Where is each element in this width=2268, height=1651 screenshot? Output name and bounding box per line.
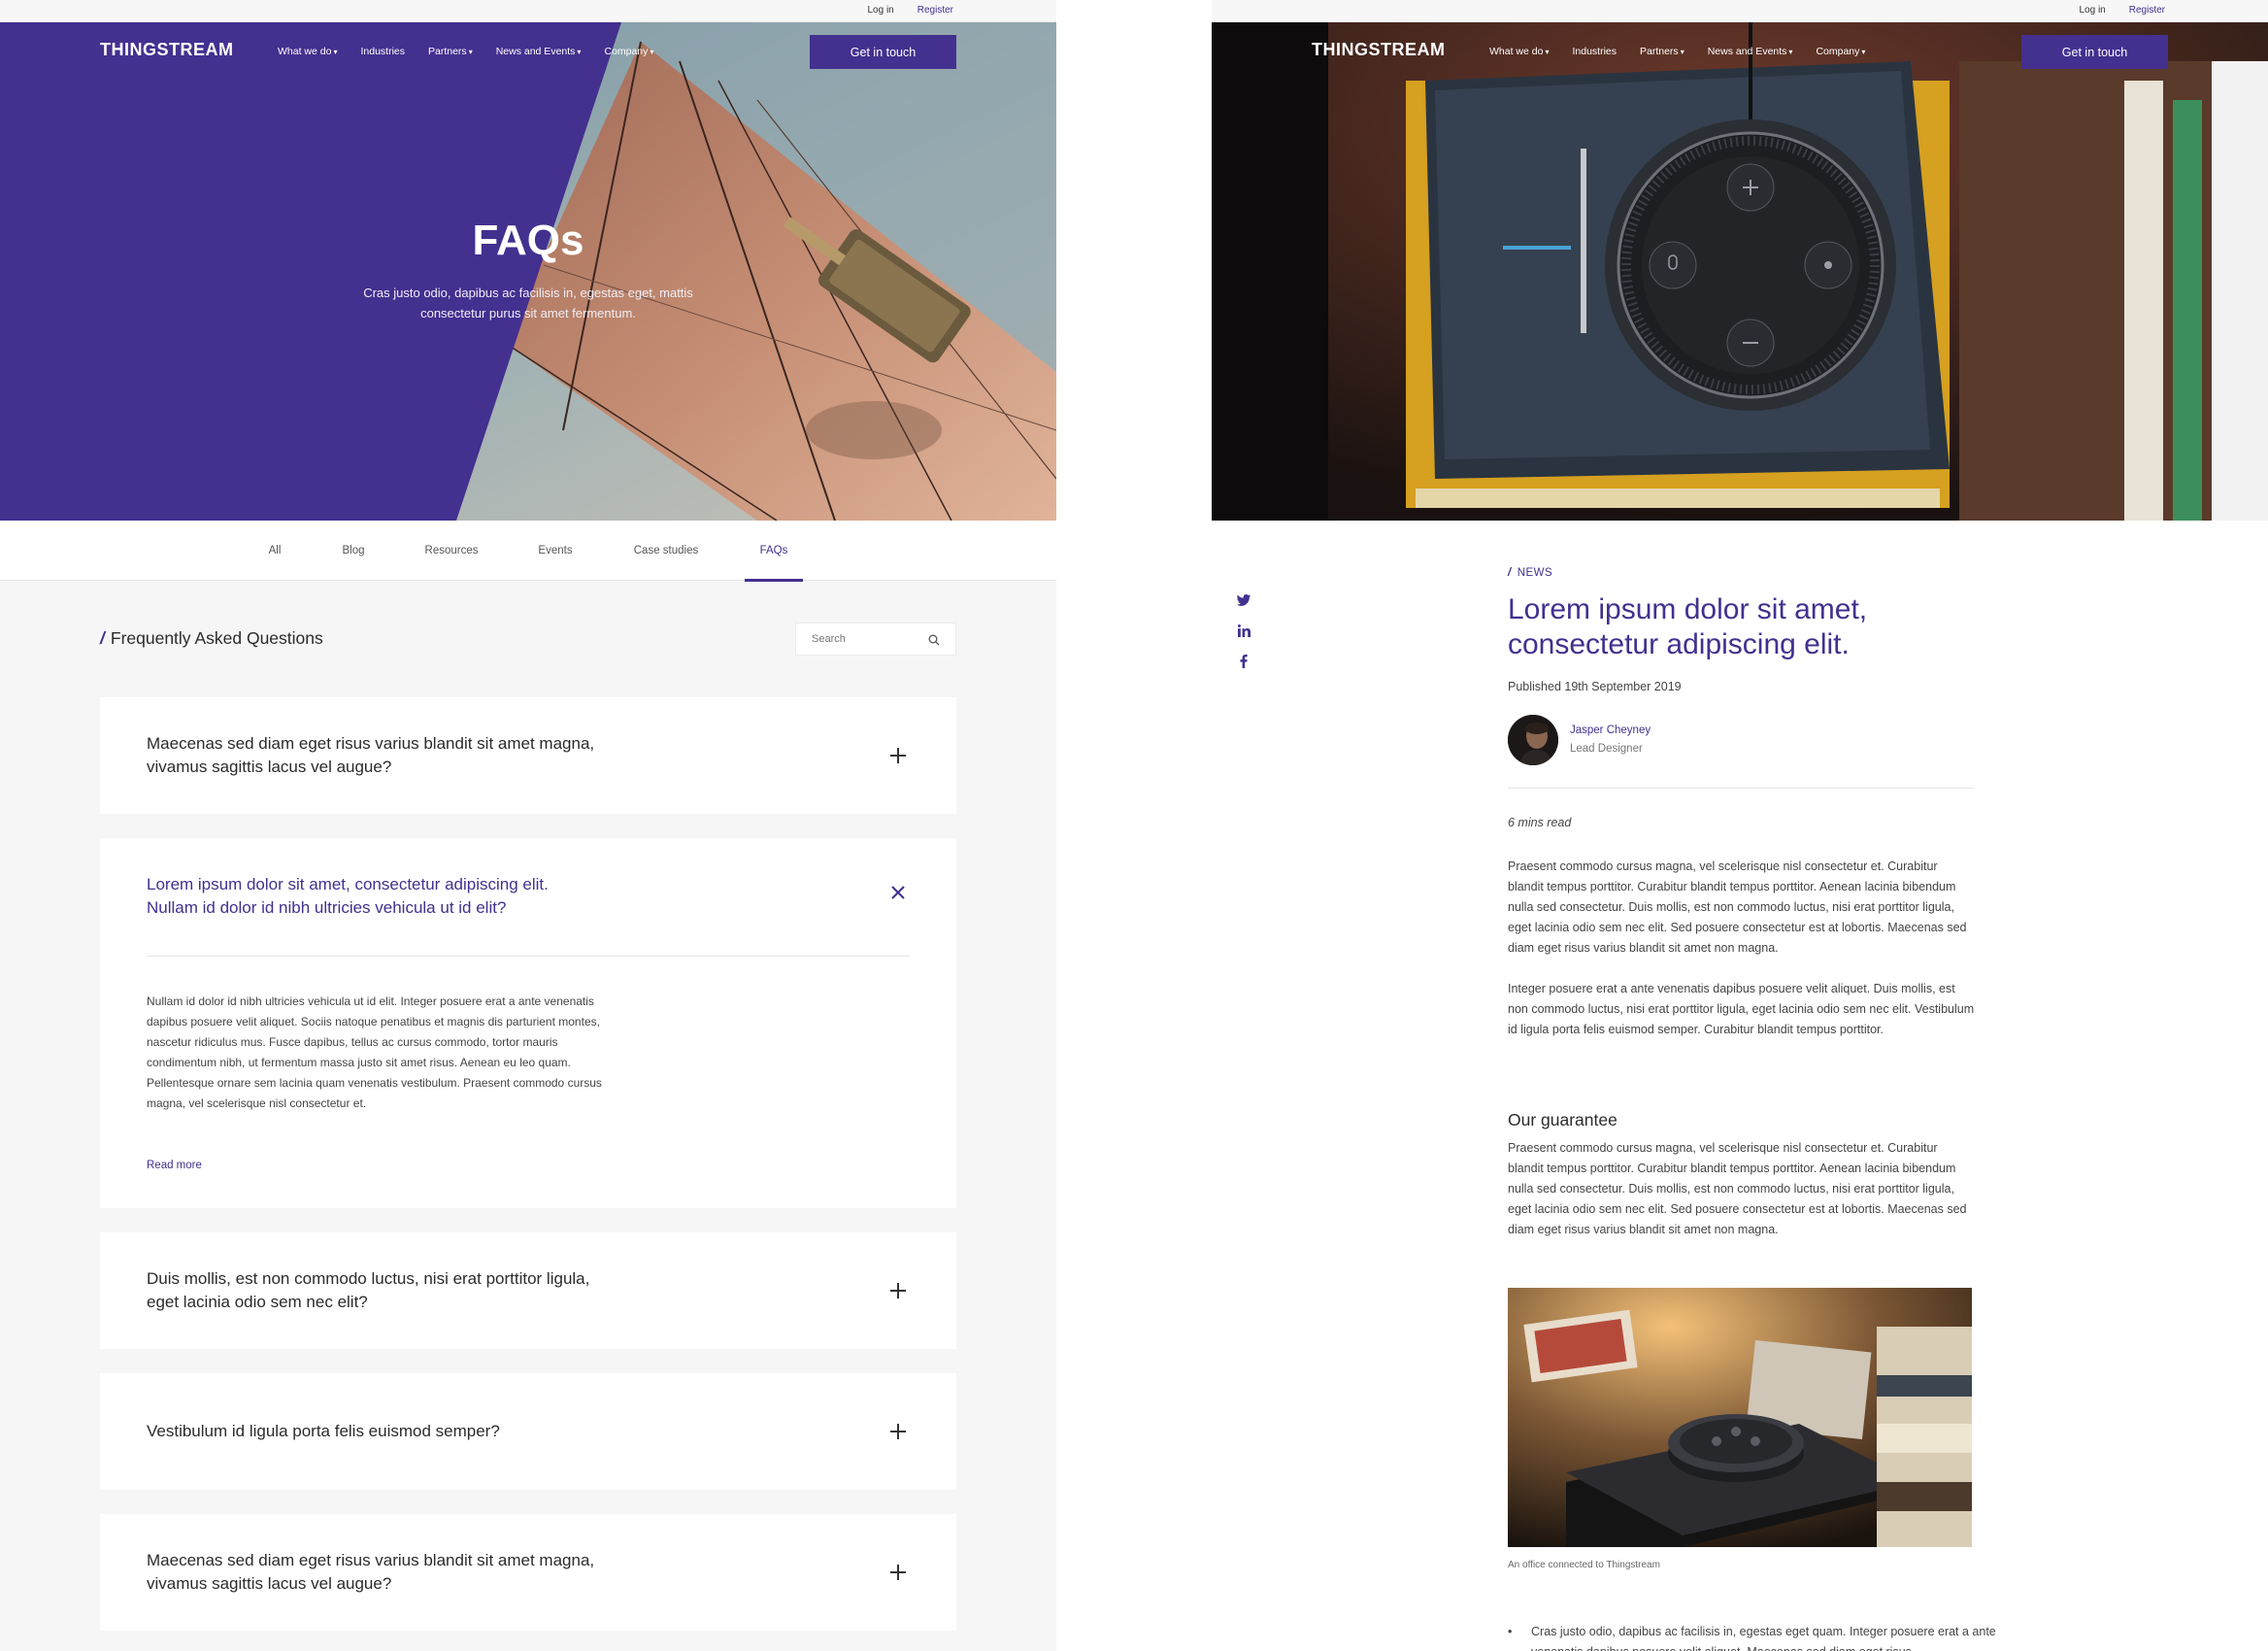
nav-item-news-and-events[interactable]: News and Events ▾ [1708,46,1793,57]
linkedin-icon[interactable] [1236,623,1251,638]
logo[interactable]: THINGSTREAM [100,40,234,60]
nav-menu: What we do ▾ Industries Partners ▾ News an… [278,46,653,57]
chevron-down-icon: ▾ [1861,48,1866,56]
plus-icon[interactable] [886,744,910,767]
chevron-down-icon: ▾ [1788,48,1793,56]
divider [147,956,910,957]
section-heading: Our guarantee [1508,1110,1618,1129]
nav-item-partners[interactable]: Partners ▾ [1640,46,1684,57]
chevron-down-icon: ▾ [1545,48,1550,56]
faq-page: Log in Register THINGSTREAM What we do ▾… [0,0,1056,1651]
tab-faqs[interactable]: FAQs [745,521,803,582]
get-in-touch-button[interactable]: Get in touch [810,35,956,69]
faq-question[interactable]: Lorem ipsum dolor sit amet, consectetur … [147,873,603,920]
article-paragraph: Integer posuere erat a ante venenatis da… [1508,982,1975,1036]
chevron-down-icon: ▾ [333,48,338,56]
utility-bar: Log in Register [0,0,1056,22]
faq-item[interactable]: Maecenas sed diam eget risus varius blan… [100,697,956,814]
register-link[interactable]: Register [917,5,953,16]
nav-item-company[interactable]: Company ▾ [604,46,653,57]
login-link[interactable]: Log in [868,5,894,16]
search-box [795,623,956,656]
content-tabs: All Blog Resources Events Case studies F… [0,521,1056,582]
divider [1508,788,1974,789]
publish-date: Published 19th September 2019 [1508,680,1682,693]
utility-bar: Log in Register [1212,0,2268,22]
nav-item-what-we-do[interactable]: What we do ▾ [1489,46,1549,57]
article-title: Lorem ipsum dolor sit amet, consectetur … [1508,593,1868,660]
faq-question[interactable]: Vestibulum id ligula porta felis euismod… [147,1420,603,1443]
tab-case-studies[interactable]: Case studies [627,521,705,581]
hero-image [0,22,1056,521]
tab-events[interactable]: Events [533,521,578,581]
read-more-link[interactable]: Read more [147,1160,202,1171]
author-name[interactable]: Jasper Cheyney [1570,724,1651,736]
chevron-down-icon: ▾ [468,48,473,56]
nav-item-what-we-do[interactable]: What we do ▾ [278,46,337,57]
page-subtitle: Cras justo odio, dapibus ac facilisis in… [363,286,693,320]
search-icon[interactable] [928,633,940,651]
main-nav: THINGSTREAM What we do ▾ Industries Partn… [1212,22,2268,81]
search-input[interactable] [796,623,913,655]
nav-menu: What we do ▾ Industries Partners ▾ News an… [1489,46,1865,57]
article-paragraph: Praesent commodo cursus magna, vel scele… [1508,859,1967,955]
close-icon[interactable] [886,881,910,904]
register-link[interactable]: Register [2129,5,2165,16]
section-title: / Frequently Asked Questions [100,628,323,648]
chevron-down-icon: ▾ [1680,48,1684,56]
plus-icon[interactable] [886,1420,910,1443]
tab-blog[interactable]: Blog [335,521,372,581]
tab-all[interactable]: All [260,521,289,581]
avatar[interactable] [1508,715,1558,765]
faq-item[interactable]: Maecenas sed diam eget risus varius blan… [100,1514,956,1631]
get-in-touch-button[interactable]: Get in touch [2021,35,2168,69]
faq-item-expanded[interactable]: Lorem ipsum dolor sit amet, consectetur … [100,838,956,1208]
tab-resources[interactable]: Resources [419,521,484,581]
list-item: Cras justo odio, dapibus ac facilisis in… [1508,1622,2013,1651]
main-nav: THINGSTREAM What we do ▾ Industries Partn… [0,22,1056,81]
article-page: Log in Register THINGSTREAM What we do ▾… [1212,0,2268,1651]
image-caption: An office connected to Thingstream [1508,1560,1660,1570]
nav-item-company[interactable]: Company ▾ [1816,46,1865,57]
chevron-down-icon: ▾ [650,48,654,56]
author-role: Lead Designer [1570,743,1643,755]
faq-item[interactable]: Duis mollis, est non commodo luctus, nis… [100,1232,956,1349]
nav-item-industries[interactable]: Industries [1572,46,1617,57]
nav-item-industries[interactable]: Industries [360,46,405,57]
facebook-icon[interactable] [1236,654,1251,669]
article-paragraph: Praesent commodo cursus magna, vel scele… [1508,1141,1967,1236]
hero-banner: THINGSTREAM What we do ▾ Industries Partn… [0,22,1056,521]
plus-icon[interactable] [886,1279,910,1302]
nav-item-partners[interactable]: Partners ▾ [428,46,473,57]
plus-icon[interactable] [886,1561,910,1584]
faq-question[interactable]: Duis mollis, est non commodo luctus, nis… [147,1267,603,1314]
article-image [1508,1288,1972,1547]
twitter-icon[interactable] [1236,592,1251,608]
login-link[interactable]: Log in [2080,5,2106,16]
faq-question[interactable]: Maecenas sed diam eget risus varius blan… [147,732,603,779]
page-title: FAQs [472,217,584,264]
logo[interactable]: THINGSTREAM [1312,40,1446,60]
chevron-down-icon: ▾ [577,48,582,56]
nav-item-news-and-events[interactable]: News and Events ▾ [496,46,582,57]
faq-answer: Nullam id dolor id nibh ultricies vehicu… [147,994,602,1110]
article-category: / NEWS [1508,567,1553,579]
hero-image [1212,22,2268,521]
faq-question[interactable]: Maecenas sed diam eget risus varius blan… [147,1549,603,1596]
read-time: 6 mins read [1508,816,1572,829]
faq-item[interactable]: Vestibulum id ligula porta felis euismod… [100,1373,956,1490]
hero-banner: THINGSTREAM What we do ▾ Industries Partn… [1212,22,2268,521]
